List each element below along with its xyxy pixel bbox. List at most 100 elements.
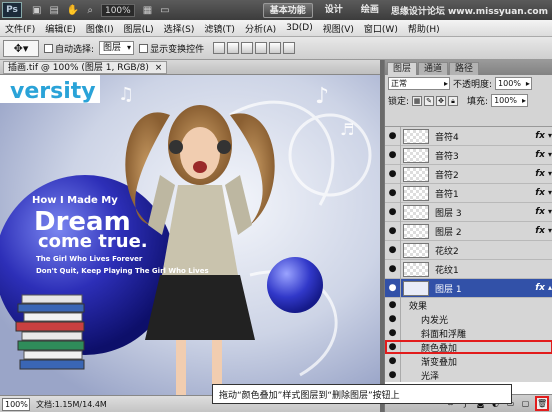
layer-row[interactable]: ● 图层 2 fx ▾: [385, 221, 552, 241]
effect-row[interactable]: ● 内发光: [385, 312, 552, 326]
expand-effects-icon[interactable]: ▾: [548, 207, 552, 216]
menu-help[interactable]: 帮助(H): [403, 22, 445, 35]
visibility-eye-icon[interactable]: ●: [385, 368, 401, 382]
close-icon[interactable]: ×: [155, 63, 163, 73]
workspace-essentials[interactable]: 基本功能: [262, 2, 313, 18]
expand-effects-icon[interactable]: ▾: [548, 131, 552, 140]
menu-select[interactable]: 选择(S): [159, 22, 200, 35]
hand-icon[interactable]: ✋: [67, 5, 79, 16]
menu-layer[interactable]: 图层(L): [119, 22, 159, 35]
effect-row[interactable]: ● 光泽: [385, 368, 552, 382]
fill-label: 填充:: [467, 97, 489, 107]
menu-view[interactable]: 视图(V): [318, 22, 359, 35]
screen-mode-icon[interactable]: ▭: [160, 5, 169, 16]
lock-all-icon[interactable]: 🔒︎: [448, 95, 459, 106]
tab-layers[interactable]: 图层: [387, 62, 418, 75]
move-tool-preset[interactable]: ✥▾: [3, 39, 39, 57]
fill-field[interactable]: 100%: [491, 94, 528, 107]
effects-group[interactable]: ● 效果: [385, 298, 552, 312]
visibility-eye-icon[interactable]: ●: [385, 240, 401, 260]
align-right-icon[interactable]: [283, 42, 296, 54]
appbar-zoom-field[interactable]: 100%: [100, 3, 135, 17]
delete-layer-trash-icon[interactable]: 🗑︎: [535, 396, 549, 411]
zoom-level-field[interactable]: 100%: [2, 397, 30, 411]
effect-row-color-overlay[interactable]: ● 颜色叠加: [385, 340, 552, 354]
layer-row[interactable]: ● 音符4 fx ▾: [385, 127, 552, 146]
new-layer-icon[interactable]: ▢: [520, 398, 531, 409]
effect-row[interactable]: ● 斜面和浮雕: [385, 326, 552, 340]
collapse-effects-icon[interactable]: ▴: [548, 283, 552, 292]
align-bottom-icon[interactable]: [241, 42, 254, 54]
visibility-eye-icon[interactable]: ●: [385, 354, 401, 368]
layer-row[interactable]: ● 花纹2: [385, 240, 552, 260]
show-transform-checkbox[interactable]: [139, 43, 149, 53]
show-transform-option[interactable]: 显示变换控件: [139, 42, 204, 55]
layers-panel: 图层 通道 路径 正常 不透明度: 100% 锁定: ▦ ✎ ✥ 🔒︎ 填充: …: [384, 60, 552, 412]
menu-window[interactable]: 窗口(W): [359, 22, 403, 35]
layer-name: 音符1: [435, 189, 459, 200]
auto-select-dropdown[interactable]: 图层: [99, 41, 135, 55]
layer-row[interactable]: ● 音符2 fx ▾: [385, 164, 552, 184]
lock-buttons: ▦ ✎ ✥ 🔒︎: [412, 95, 459, 106]
appbar-tools: ▣ ▤ ✋ ⌕ 100% ▦ ▭: [32, 3, 170, 17]
layer-row[interactable]: ● 音符1 fx ▾: [385, 183, 552, 203]
visibility-eye-icon[interactable]: ●: [385, 259, 401, 279]
menu-image[interactable]: 图像(I): [81, 22, 119, 35]
menu-filter[interactable]: 滤镜(T): [199, 22, 240, 35]
menu-file[interactable]: 文件(F): [0, 22, 40, 35]
visibility-eye-icon[interactable]: ●: [385, 340, 401, 354]
visibility-eye-icon[interactable]: ●: [385, 298, 401, 312]
align-left-icon[interactable]: [255, 42, 268, 54]
menu-analysis[interactable]: 分析(A): [240, 22, 281, 35]
workspace-design[interactable]: 设计: [319, 3, 349, 18]
align-vcenter-icon[interactable]: [227, 42, 240, 54]
align-hcenter-icon[interactable]: [269, 42, 282, 54]
fx-icon: fx: [535, 226, 545, 236]
layer-row[interactable]: ● 花纹1: [385, 259, 552, 279]
visibility-eye-icon[interactable]: ●: [385, 221, 401, 241]
photoshop-logo: Ps: [2, 2, 22, 18]
layer-row-selected[interactable]: ● 图层 1 fx ▴: [385, 278, 552, 298]
layer-thumbnail: [403, 242, 429, 258]
visibility-eye-icon[interactable]: ●: [385, 127, 401, 146]
visibility-eye-icon[interactable]: ●: [385, 145, 401, 165]
tab-paths[interactable]: 路径: [449, 62, 480, 75]
blend-mode-dropdown[interactable]: 正常: [388, 77, 450, 90]
visibility-eye-icon[interactable]: ●: [385, 278, 401, 298]
expand-effects-icon[interactable]: ▾: [548, 150, 552, 159]
instruction-callout: 拖动“颜色叠加”样式图层到“删除图层”按钮上: [212, 384, 512, 404]
menu-3d[interactable]: 3D(D): [281, 23, 318, 33]
layer-row[interactable]: ● 图层 3 fx ▾: [385, 202, 552, 222]
workspace-switcher: 基本功能 设计 绘画 思缘设计论坛 www.missyuan.com: [262, 0, 548, 20]
book-stack: [15, 294, 85, 370]
arrange-documents-icon[interactable]: ▦: [143, 5, 152, 16]
expand-effects-icon[interactable]: ▾: [548, 188, 552, 197]
visibility-eye-icon[interactable]: ●: [385, 202, 401, 222]
visibility-eye-icon[interactable]: ●: [385, 164, 401, 184]
minibridge-icon[interactable]: ▤: [49, 5, 58, 16]
lock-position-icon[interactable]: ✥: [436, 95, 447, 106]
bridge-icon[interactable]: ▣: [32, 5, 41, 16]
expand-effects-icon[interactable]: ▾: [548, 169, 552, 178]
zoom-tool-icon[interactable]: ⌕: [87, 5, 93, 16]
opacity-field[interactable]: 100%: [495, 77, 532, 90]
auto-select-option[interactable]: 自动选择:: [44, 42, 94, 55]
workspace-painting[interactable]: 绘画: [355, 3, 385, 18]
expand-effects-icon[interactable]: ▾: [548, 226, 552, 235]
effect-row[interactable]: ● 渐变叠加: [385, 354, 552, 368]
auto-select-checkbox[interactable]: [44, 43, 53, 53]
document-tab[interactable]: 插画.tif @ 100% (图层 1, RGB/8) ×: [3, 60, 168, 74]
visibility-eye-icon[interactable]: ●: [385, 326, 401, 340]
layer-row[interactable]: ● 音符3 fx ▾: [385, 145, 552, 165]
effect-name: 颜色叠加: [421, 343, 458, 354]
visibility-eye-icon[interactable]: ●: [385, 183, 401, 203]
document-canvas[interactable]: ♫ ♪ ♬ versity How I Made My Dream come t…: [0, 75, 380, 395]
canvas-come-true-text: come true.: [38, 231, 148, 252]
menu-edit[interactable]: 编辑(E): [40, 22, 81, 35]
align-top-icon[interactable]: [213, 42, 226, 54]
lock-transparency-icon[interactable]: ▦: [412, 95, 423, 106]
lock-pixels-icon[interactable]: ✎: [424, 95, 435, 106]
document-size[interactable]: 文档:1.15M/14.4M: [36, 399, 107, 410]
visibility-eye-icon[interactable]: ●: [385, 312, 401, 326]
tab-channels[interactable]: 通道: [418, 62, 449, 75]
